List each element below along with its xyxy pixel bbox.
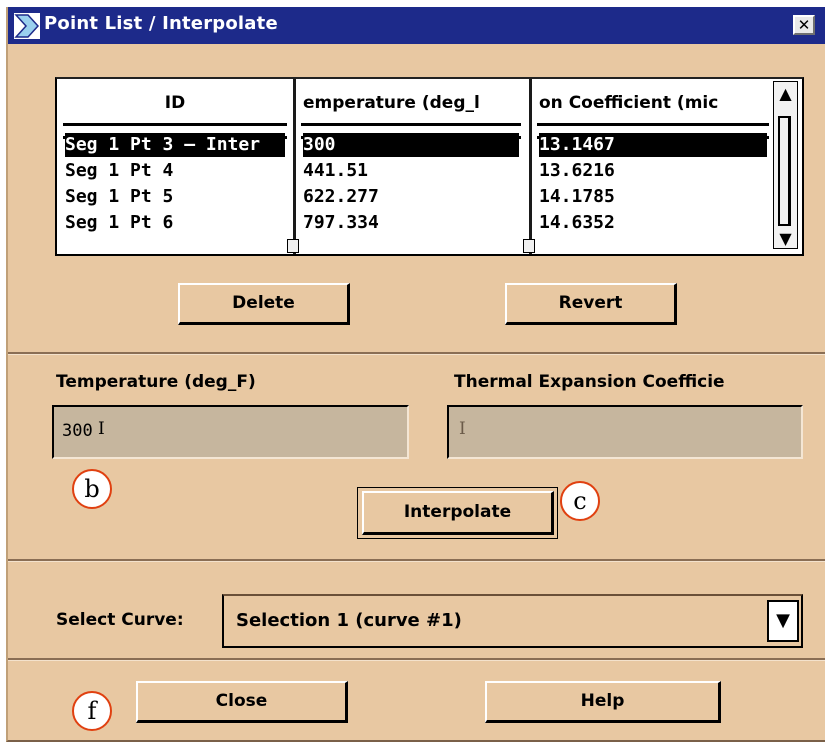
temperature-label: Temperature (deg_F) [56, 372, 256, 392]
temperature-column-header: emperature (deg_l [303, 93, 480, 113]
scrollbar-thumb[interactable] [778, 116, 791, 226]
curve-select-value: Selection 1 (curve #1) [236, 610, 462, 631]
select-curve-label: Select Curve: [56, 610, 184, 630]
section-divider [8, 658, 825, 661]
text-cursor-icon: I [459, 419, 466, 439]
table-cell-temperature[interactable]: 441.51 [303, 159, 519, 183]
scroll-up-arrow-icon[interactable]: ▲ [775, 83, 796, 105]
point-list-dialog: Point List / Interpolate ✕ ID Seg 1 Pt 3… [6, 7, 825, 742]
table-cell-temperature[interactable]: 622.277 [303, 185, 519, 209]
window-title: Point List / Interpolate [44, 13, 278, 34]
title-bar[interactable]: Point List / Interpolate ✕ [8, 7, 825, 44]
window-menu-icon[interactable] [14, 13, 40, 39]
temperature-input[interactable]: 300 I [52, 405, 409, 459]
column-resize-handle[interactable] [287, 239, 299, 253]
section-divider [8, 352, 825, 355]
coefficient-input[interactable]: I [447, 405, 803, 459]
table-row-id[interactable]: Seg 1 Pt 3 – Inter [65, 133, 285, 157]
section-divider [8, 559, 825, 562]
point-table[interactable]: ID Seg 1 Pt 3 – Inter Seg 1 Pt 4 Seg 1 P… [55, 77, 804, 256]
temperature-column: emperature (deg_l 300 441.51 622.277 797… [299, 79, 523, 254]
close-window-button[interactable]: ✕ [793, 15, 815, 35]
annotation-b: b [72, 469, 112, 509]
interpolate-button[interactable]: Interpolate [362, 491, 554, 535]
table-row-id[interactable]: Seg 1 Pt 6 [65, 211, 285, 235]
coefficient-column: on Coefficient (mic 13.1467 13.6216 14.1… [535, 79, 771, 254]
table-cell-coefficient[interactable]: 13.1467 [539, 133, 767, 157]
annotation-c: c [560, 481, 600, 521]
vertical-scrollbar[interactable]: ▲ ▼ [773, 81, 798, 249]
curve-select[interactable]: Selection 1 (curve #1) ▼ [222, 594, 803, 648]
id-column-header: ID [164, 93, 186, 113]
chevron-down-icon[interactable]: ▼ [767, 600, 799, 642]
table-cell-coefficient[interactable]: 14.1785 [539, 185, 767, 209]
delete-button[interactable]: Delete [178, 283, 350, 325]
text-cursor-icon: I [98, 419, 105, 439]
table-row-id[interactable]: Seg 1 Pt 4 [65, 159, 285, 183]
revert-button[interactable]: Revert [505, 283, 677, 325]
help-button[interactable]: Help [485, 681, 721, 723]
column-divider[interactable] [529, 79, 532, 254]
temperature-value: 300 [62, 421, 93, 441]
table-cell-coefficient[interactable]: 14.6352 [539, 211, 767, 235]
column-resize-handle[interactable] [523, 239, 535, 253]
annotation-f: f [72, 691, 112, 731]
id-column: ID Seg 1 Pt 3 – Inter Seg 1 Pt 4 Seg 1 P… [61, 79, 289, 254]
close-button[interactable]: Close [136, 681, 348, 723]
table-cell-temperature[interactable]: 797.334 [303, 211, 519, 235]
scroll-down-arrow-icon[interactable]: ▼ [775, 228, 796, 250]
table-cell-coefficient[interactable]: 13.6216 [539, 159, 767, 183]
table-cell-temperature[interactable]: 300 [303, 133, 519, 157]
column-divider[interactable] [293, 79, 296, 254]
coefficient-label: Thermal Expansion Coefficie [454, 372, 725, 392]
table-row-id[interactable]: Seg 1 Pt 5 [65, 185, 285, 209]
coefficient-column-header: on Coefficient (mic [539, 93, 719, 113]
